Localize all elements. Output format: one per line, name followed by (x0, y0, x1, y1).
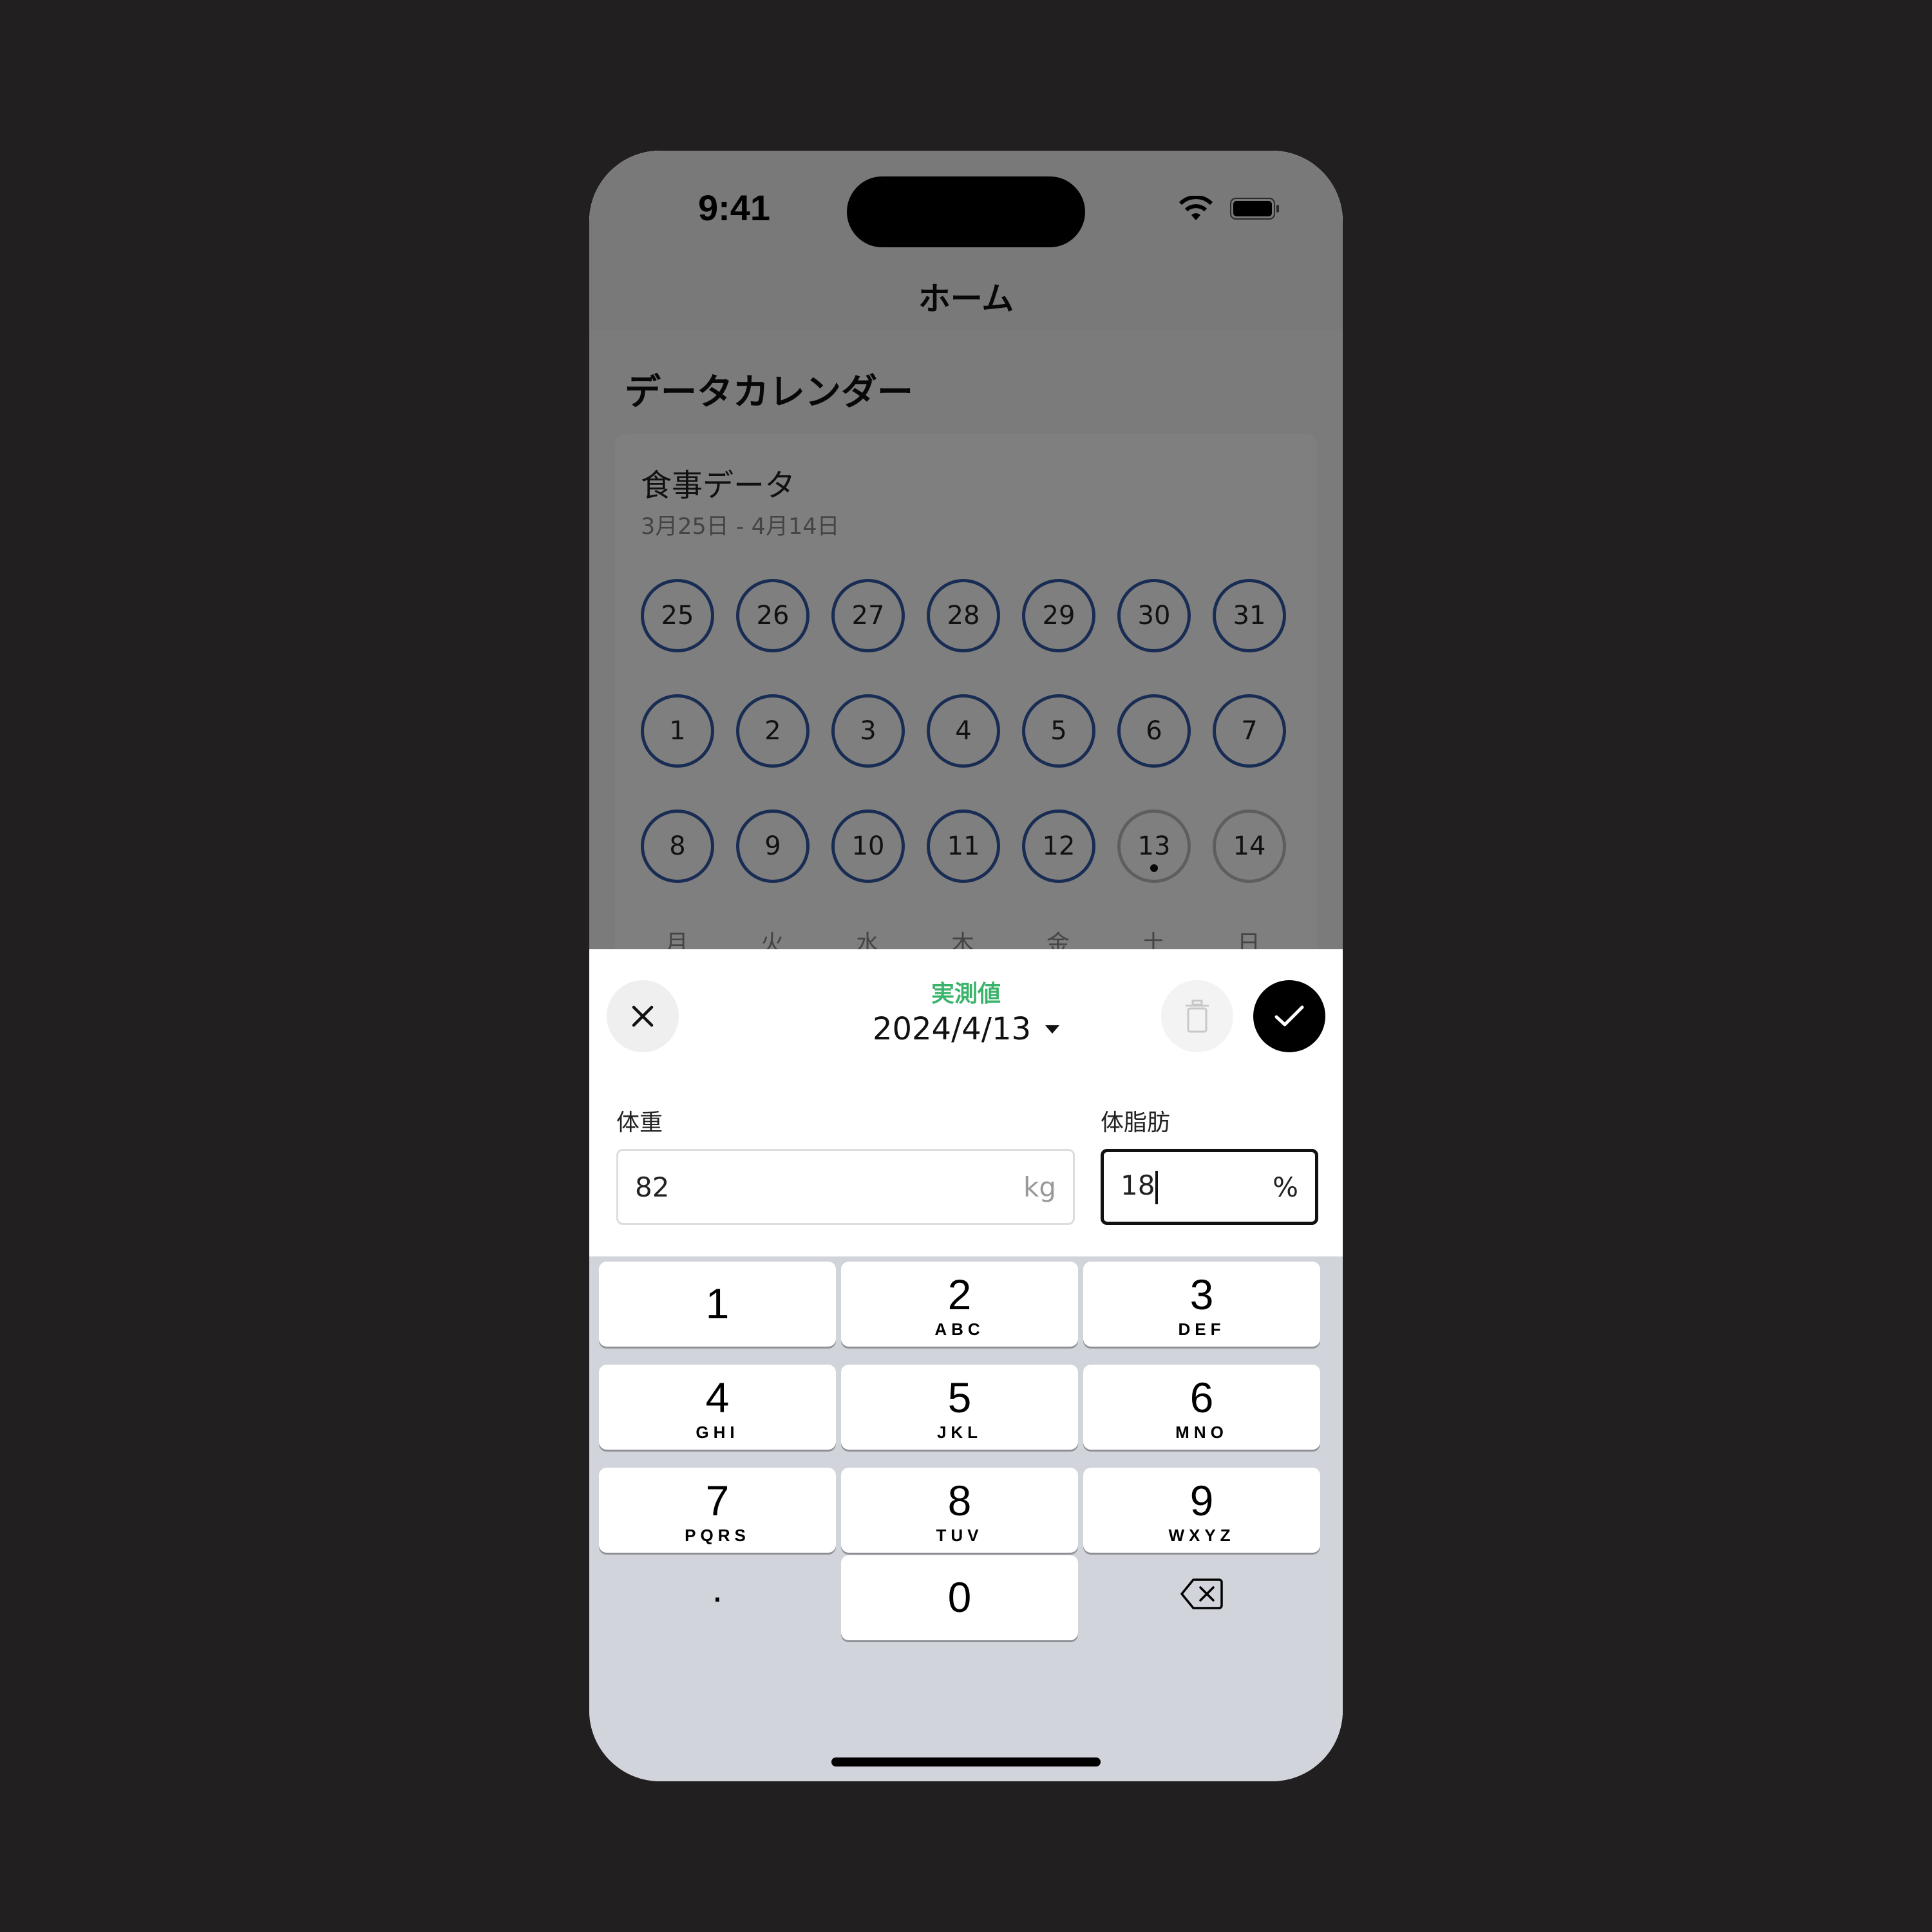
weight-unit: kg (1023, 1171, 1056, 1203)
key-0[interactable]: 0 (841, 1555, 1078, 1640)
body-fat-field[interactable]: 18 % (1101, 1149, 1318, 1225)
key-5-label: 5 (947, 1374, 972, 1421)
numeric-keyboard: . 0 1 2 ABC 3 DEF 4 GHI 5 JKL 6 MNO 7 PQRS 8 TUV 9 WXYZ (589, 1256, 1343, 1781)
key-5[interactable]: 5 JKL (841, 1365, 1078, 1450)
key-9[interactable]: 9 WXYZ (1083, 1468, 1320, 1553)
body-fat-unit: % (1273, 1171, 1298, 1203)
entry-sheet: 実測値 2024/4/13 体重 82 kg 体脂肪 18 % (589, 949, 1343, 1258)
key-5-letters: JKL (936, 1423, 983, 1442)
weight-label: 体重 (616, 1110, 663, 1136)
body-fat-value: 18 (1121, 1170, 1155, 1202)
key-3-letters: DEF (1178, 1320, 1226, 1339)
key-9-label: 9 (1189, 1477, 1214, 1524)
close-button[interactable] (607, 980, 679, 1052)
phone-screen: 9:41 ホーム データカレンダー 食事データ 3月25日 - 4月14日 25… (589, 151, 1343, 1781)
key-3-label: 3 (1189, 1271, 1214, 1318)
key-7[interactable]: 7 PQRS (599, 1468, 836, 1553)
key-9-letters: WXYZ (1168, 1526, 1235, 1545)
key-2-letters: ABC (934, 1320, 985, 1339)
key-7-label: 7 (705, 1477, 730, 1524)
key-7-letters: PQRS (685, 1526, 750, 1545)
key-8[interactable]: 8 TUV (841, 1468, 1078, 1553)
confirm-button[interactable] (1253, 980, 1325, 1052)
chevron-down-icon (1045, 1025, 1060, 1034)
selected-date: 2024/4/13 (872, 1011, 1032, 1047)
key-0-label: 0 (947, 1573, 972, 1621)
key-1[interactable]: 1 (599, 1262, 836, 1347)
date-selector[interactable]: 実測値 2024/4/13 (815, 975, 1117, 1047)
close-icon (632, 1005, 654, 1027)
check-icon (1274, 1005, 1304, 1027)
weight-field[interactable]: 82 kg (616, 1149, 1075, 1225)
text-cursor (1155, 1170, 1159, 1204)
key-6[interactable]: 6 MNO (1083, 1365, 1320, 1450)
backspace-key[interactable] (1083, 1555, 1320, 1660)
dynamic-island (847, 176, 1085, 247)
key-decimal[interactable]: . (599, 1563, 836, 1648)
key-6-letters: MNO (1175, 1423, 1228, 1442)
key-2-label: 2 (947, 1271, 972, 1318)
key-4[interactable]: 4 GHI (599, 1365, 836, 1450)
backspace-icon (1180, 1578, 1223, 1609)
key-8-letters: TUV (936, 1526, 983, 1545)
key-6-label: 6 (1189, 1374, 1214, 1421)
key-4-label: 4 (705, 1374, 730, 1421)
key-1-label: 1 (705, 1280, 730, 1327)
trash-icon (1186, 999, 1209, 1033)
key-2[interactable]: 2 ABC (841, 1262, 1078, 1347)
key-4-letters: GHI (696, 1423, 739, 1442)
modal-overlay[interactable] (589, 151, 1343, 949)
home-indicator[interactable] (831, 1757, 1101, 1766)
home-screen: 9:41 ホーム データカレンダー 食事データ 3月25日 - 4月14日 25… (589, 151, 1343, 1001)
body-fat-label: 体脂肪 (1101, 1110, 1171, 1136)
key-3[interactable]: 3 DEF (1083, 1262, 1320, 1347)
weight-value: 82 (635, 1171, 670, 1203)
mode-label: 実測値 (931, 981, 1001, 1007)
key-8-label: 8 (947, 1477, 972, 1524)
delete-button[interactable] (1161, 980, 1233, 1052)
